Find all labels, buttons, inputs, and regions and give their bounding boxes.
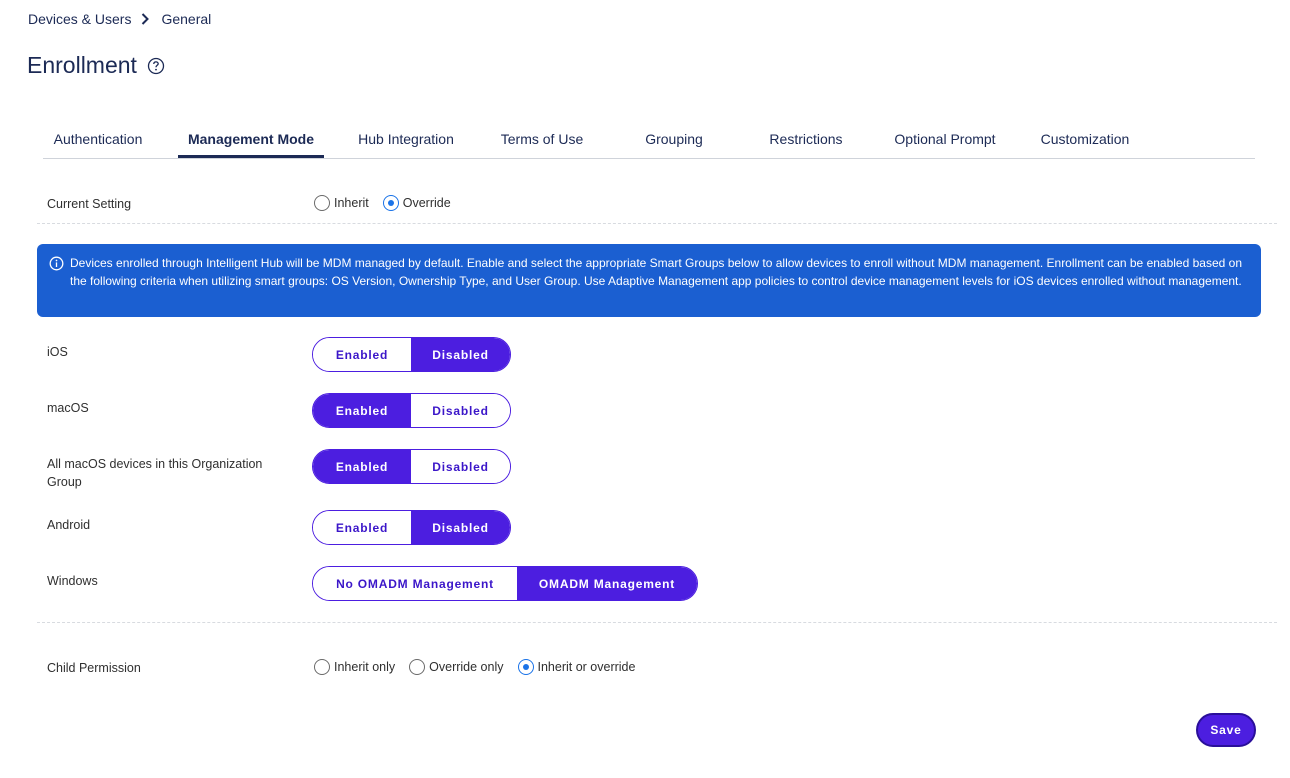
macos-toggle: Enabled Disabled [312,393,511,428]
radio-unchecked-icon [409,659,426,675]
windows-toggle: No OMADM Management OMADM Management [312,566,698,601]
inherit-or-override-radio-label: Inherit or override [537,660,636,674]
radio-checked-icon [382,195,399,211]
page-title: Enrollment [27,52,137,78]
all-macos-devices-toggle: Enabled Disabled [312,449,511,484]
current-setting-label: Current Setting [47,197,132,211]
ios-label: iOS [47,345,68,359]
override-only-radio-label: Override only [429,660,504,674]
omadm-management-button[interactable]: OMADM Management [517,567,697,600]
ios-disabled-button[interactable]: Disabled [411,338,510,371]
inherit-only-radio[interactable]: Inherit only [314,659,395,675]
help-icon[interactable] [147,57,165,75]
chevron-right-icon [141,13,150,25]
info-banner: Devices enrolled through Intelligent Hub… [37,244,1261,317]
breadcrumb-devices-users-link[interactable]: Devices & Users [28,11,131,27]
inherit-or-override-radio[interactable]: Inherit or override [517,659,636,675]
page-header: Enrollment [27,52,165,79]
tab-management-mode[interactable]: Management Mode [178,126,324,158]
info-icon [49,256,64,276]
child-permission-label: Child Permission [47,661,141,675]
ios-toggle: Enabled Disabled [312,337,511,372]
save-button[interactable]: Save [1196,713,1256,747]
tab-terms-of-use[interactable]: Terms of Use [492,126,592,158]
macos-disabled-button[interactable]: Disabled [411,394,510,427]
section-divider [37,622,1277,623]
override-radio-label: Override [402,196,451,210]
macos-label: macOS [47,401,89,415]
child-permission-radio-group: Inherit only Override only Inherit or ov… [314,659,649,675]
android-enabled-button[interactable]: Enabled [313,511,411,544]
tab-optional-prompt[interactable]: Optional Prompt [885,126,1005,158]
breadcrumb-general-link[interactable]: General [161,11,211,27]
android-label: Android [47,518,91,532]
override-only-radio[interactable]: Override only [409,659,504,675]
no-omadm-management-button[interactable]: No OMADM Management [313,567,517,600]
android-toggle: Enabled Disabled [312,510,511,545]
tab-customization[interactable]: Customization [1030,126,1140,158]
inherit-only-radio-label: Inherit only [334,660,396,674]
tab-grouping[interactable]: Grouping [634,126,714,158]
all-macos-enabled-button[interactable]: Enabled [313,450,411,483]
info-banner-text: Devices enrolled through Intelligent Hub… [70,256,1242,288]
android-disabled-button[interactable]: Disabled [411,511,510,544]
all-macos-disabled-button[interactable]: Disabled [411,450,510,483]
inherit-radio-label: Inherit [334,196,369,210]
tab-restrictions[interactable]: Restrictions [761,126,851,158]
radio-unchecked-icon [314,659,330,675]
tab-hub-integration[interactable]: Hub Integration [351,126,461,158]
inherit-radio[interactable]: Inherit [314,195,369,211]
override-radio[interactable]: Override [382,195,451,211]
radio-checked-icon [517,659,534,675]
breadcrumb: Devices & Users General [28,11,211,27]
tab-authentication[interactable]: Authentication [43,126,153,158]
tab-bar: Authentication Management Mode Hub Integ… [43,126,1255,159]
radio-unchecked-icon [314,195,330,211]
current-setting-radio-group: Inherit Override [314,195,465,211]
section-divider [37,223,1277,224]
windows-label: Windows [47,574,98,588]
all-macos-devices-label: All macOS devices in this Organization G… [47,457,263,489]
macos-enabled-button[interactable]: Enabled [313,394,411,427]
ios-enabled-button[interactable]: Enabled [313,338,411,371]
